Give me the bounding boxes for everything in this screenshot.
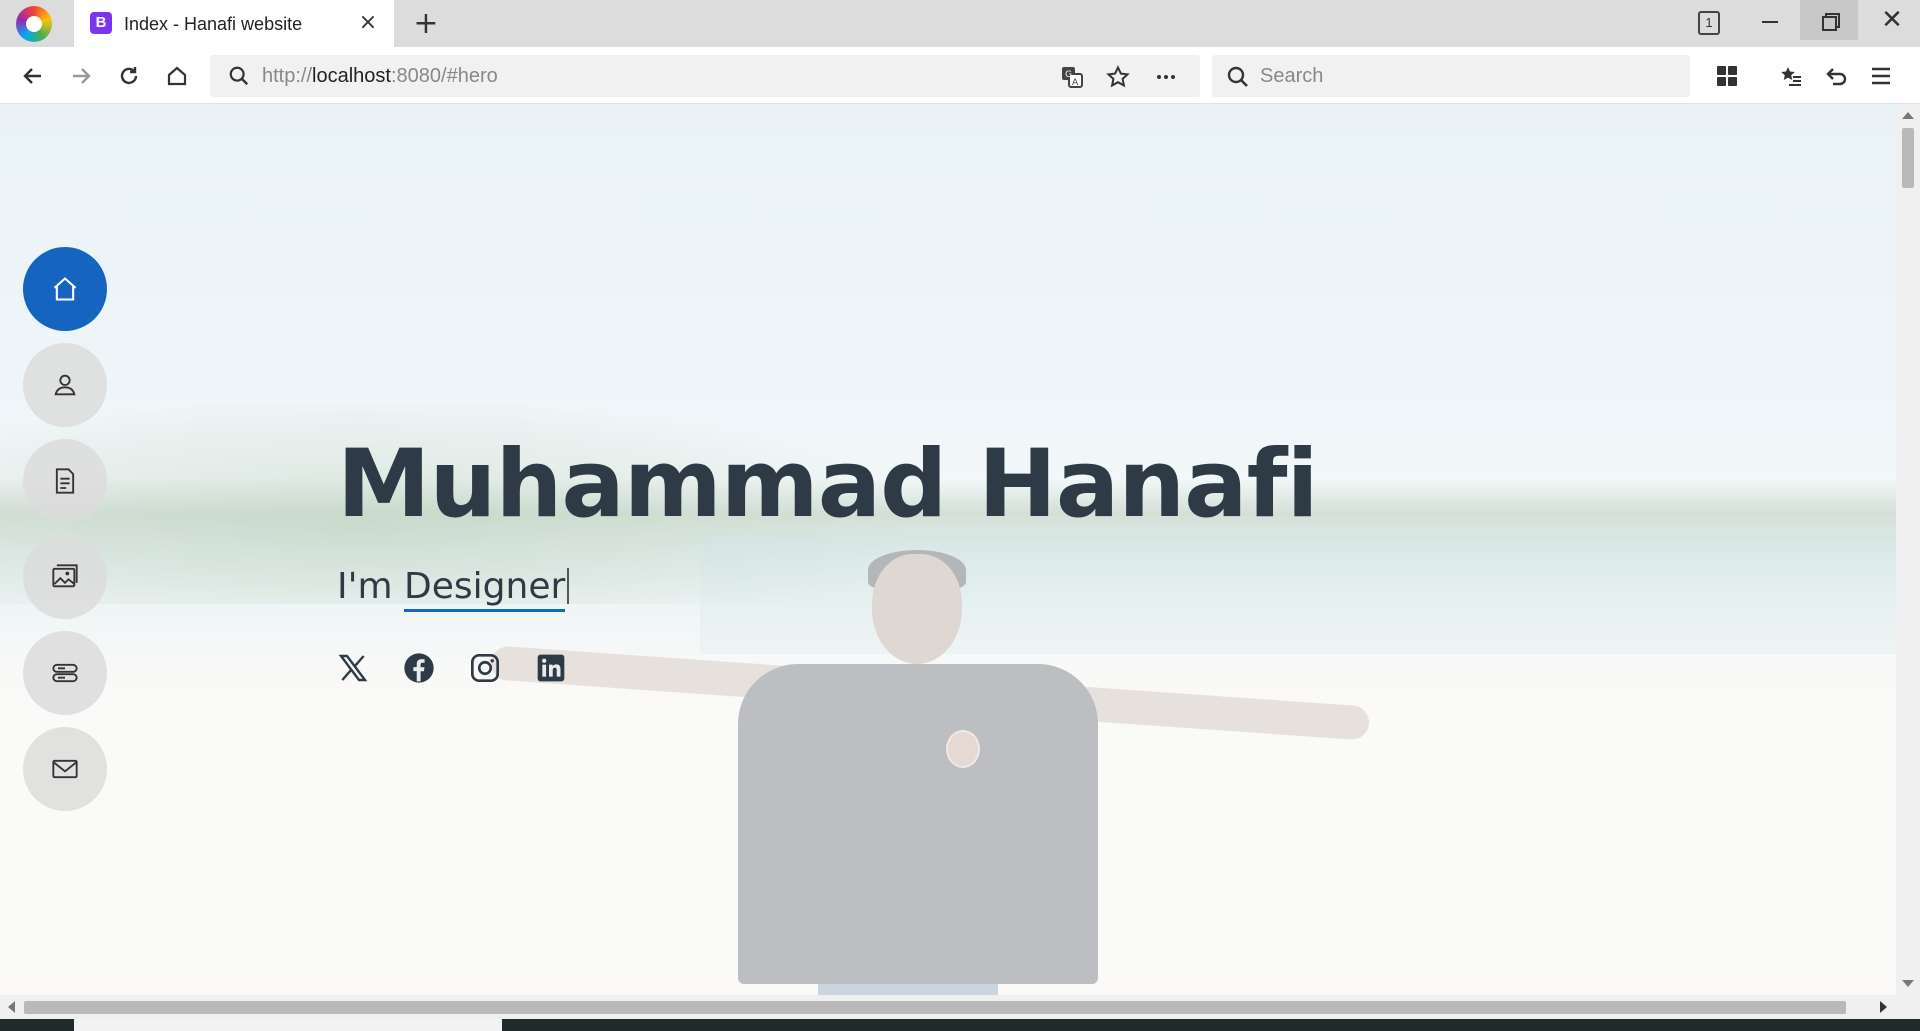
subtitle-prefix: I'm [337, 566, 393, 607]
favorites-button[interactable] [1772, 57, 1810, 95]
images-icon [52, 564, 78, 588]
home-icon [167, 66, 187, 86]
search-icon [1227, 66, 1248, 87]
x-twitter-icon[interactable] [337, 652, 369, 684]
undo-icon [1826, 68, 1847, 86]
vertical-scrollbar[interactable] [1896, 104, 1920, 995]
nav-resume[interactable] [23, 439, 107, 523]
facebook-icon[interactable] [403, 652, 435, 684]
translate-icon[interactable]: GA [1060, 65, 1084, 89]
scroll-right-icon[interactable] [1880, 1001, 1887, 1013]
nav-services[interactable] [23, 631, 107, 715]
nav-home[interactable] [23, 247, 107, 331]
window-close-button[interactable]: ✕ [1864, 0, 1920, 40]
search-icon [229, 66, 249, 86]
url-text[interactable]: http://localhost:8080/#hero [262, 64, 498, 88]
svg-text:A: A [1072, 78, 1079, 88]
hero-title: Muhammad Hanafi [337, 430, 1319, 539]
restore-button[interactable] [1800, 0, 1858, 40]
os-taskbar [0, 1019, 1920, 1031]
hero-section: Muhammad Hanafi I'm Designer [0, 104, 1896, 995]
search-bar[interactable] [1212, 55, 1690, 97]
reload-icon [120, 67, 138, 85]
arrow-right-icon [73, 68, 91, 84]
navigation-bar: http://localhost:8080/#hero GA [0, 47, 1920, 104]
tab-title: Index - Hanafi website [124, 14, 303, 34]
tab-count-icon[interactable]: 1 [1698, 11, 1720, 35]
grid-icon [1717, 66, 1737, 86]
browser-window: B Index - Hanafi website × + 1 ✕ http://… [0, 0, 1920, 1031]
tab-close-icon[interactable]: × [356, 11, 380, 35]
url-path: :8080/#hero [390, 65, 498, 87]
instagram-icon[interactable] [469, 652, 501, 684]
tab-strip: B Index - Hanafi website × + 1 ✕ [0, 0, 1920, 47]
typing-caret [567, 568, 570, 604]
browser-logo-icon[interactable] [16, 6, 52, 42]
bootstrap-favicon-icon: B [90, 12, 112, 34]
forward-button[interactable] [62, 57, 100, 95]
hamburger-menu-icon [1872, 67, 1890, 85]
server-icon [52, 663, 78, 683]
hero-subtitle: I'm Designer [337, 564, 570, 612]
home-button[interactable] [158, 57, 196, 95]
svg-text:G: G [1065, 70, 1072, 80]
horizontal-scrollbar[interactable] [0, 995, 1920, 1019]
nav-portfolio[interactable] [23, 535, 107, 619]
taskbar-preview [74, 1019, 502, 1031]
person-icon [54, 374, 76, 396]
tab-active[interactable]: B Index - Hanafi website × [74, 0, 394, 47]
url-bar[interactable]: http://localhost:8080/#hero GA [210, 55, 1200, 97]
arrow-left-icon [23, 68, 41, 84]
linkedin-icon[interactable] [535, 652, 567, 684]
url-host: localhost [312, 65, 391, 87]
reload-button[interactable] [110, 57, 148, 95]
apps-button[interactable] [1708, 57, 1746, 95]
nav-contact[interactable] [23, 727, 107, 811]
house-icon [53, 277, 77, 301]
more-options-icon[interactable] [1154, 65, 1178, 89]
undo-button[interactable] [1818, 57, 1856, 95]
typed-word: Designer [404, 566, 566, 612]
star-list-icon [1781, 67, 1801, 86]
minimize-button[interactable] [1744, 0, 1794, 40]
star-bookmark-icon[interactable] [1106, 65, 1130, 89]
search-input[interactable] [1260, 63, 1660, 89]
file-text-icon [55, 468, 75, 494]
hero-overlay [0, 104, 1896, 995]
new-tab-button[interactable]: + [410, 8, 442, 40]
scroll-left-icon[interactable] [8, 1001, 15, 1013]
scroll-down-icon[interactable] [1902, 980, 1914, 987]
nav-about[interactable] [23, 343, 107, 427]
back-button[interactable] [14, 57, 52, 95]
vertical-scroll-thumb[interactable] [1902, 128, 1914, 188]
url-scheme: http:// [262, 65, 313, 87]
envelope-icon [52, 759, 78, 779]
horizontal-scroll-thumb[interactable] [24, 1001, 1846, 1014]
scroll-up-icon[interactable] [1902, 112, 1914, 119]
menu-button[interactable] [1862, 57, 1900, 95]
